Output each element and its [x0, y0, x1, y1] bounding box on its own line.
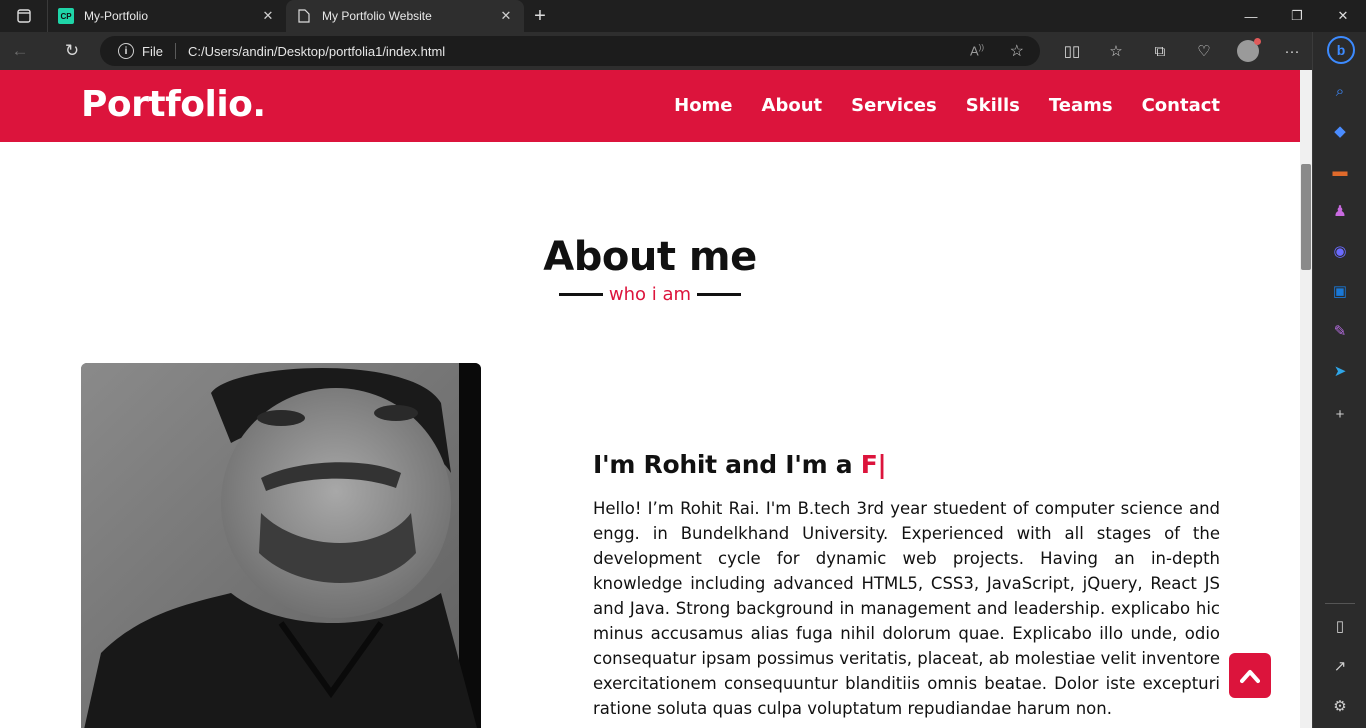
- about-heading: I'm Rohit and I'm a F|: [593, 450, 887, 479]
- restore-icon[interactable]: ❐: [1274, 0, 1320, 32]
- page-favicon-icon: [296, 8, 312, 24]
- edge-sidebar: b ⌕ ◆ ▬ ♟ ◉ ▣ ✎ ➤ + ▯ ↗ ⚙: [1312, 32, 1366, 728]
- section-subtitle: who i am: [608, 284, 692, 305]
- typed-role-text: F|: [860, 450, 887, 479]
- tab-title: My Portfolio Website: [322, 9, 432, 23]
- nav-link-home[interactable]: Home: [674, 95, 732, 116]
- shopping-tag-icon[interactable]: ◆: [1330, 121, 1350, 141]
- tools-icon[interactable]: ▬: [1330, 161, 1350, 181]
- url-scheme: File: [142, 43, 163, 59]
- divider: [558, 293, 603, 296]
- minimize-icon[interactable]: —: [1228, 0, 1274, 32]
- scrollbar-thumb[interactable]: [1301, 164, 1311, 270]
- open-external-icon[interactable]: ↗: [1330, 656, 1350, 676]
- heading-static-text: I'm Rohit and I'm a: [593, 450, 861, 479]
- toolbar-right: ▯▯ ☆ ⧉ ♡ ···: [1050, 32, 1314, 70]
- address-toolbar: ← ↻ i File C:/Users/andin/Desktop/portfo…: [0, 32, 1366, 70]
- microsoft-365-icon[interactable]: ◉: [1330, 241, 1350, 261]
- read-aloud-icon[interactable]: A)): [970, 43, 984, 58]
- bing-copilot-icon[interactable]: b: [1327, 36, 1355, 64]
- search-icon[interactable]: ⌕: [1330, 81, 1350, 101]
- address-bar[interactable]: i File C:/Users/andin/Desktop/portfolia1…: [100, 36, 1040, 66]
- site-info-icon[interactable]: i: [118, 43, 134, 59]
- nav-link-services[interactable]: Services: [851, 95, 937, 116]
- new-tab-icon[interactable]: +: [524, 0, 556, 32]
- designer-icon[interactable]: ✎: [1330, 321, 1350, 341]
- window-controls: — ❐ ✕: [1228, 0, 1366, 32]
- profile-photo: [81, 363, 481, 728]
- refresh-icon[interactable]: ↻: [52, 32, 92, 70]
- drop-icon[interactable]: ➤: [1330, 361, 1350, 381]
- browser-essentials-icon[interactable]: ♡: [1182, 32, 1226, 70]
- sidebar-settings-gear-icon[interactable]: ⚙: [1330, 696, 1350, 716]
- nav-link-contact[interactable]: Contact: [1142, 95, 1220, 116]
- nav-link-about[interactable]: About: [762, 95, 823, 116]
- section-subtitle-row: who i am: [0, 284, 1300, 305]
- divider: [1325, 603, 1355, 604]
- favorite-star-icon[interactable]: ☆: [1010, 41, 1024, 61]
- tab-my-portfolio[interactable]: CP My-Portfolio ✕: [48, 0, 286, 32]
- page-scrollbar[interactable]: [1300, 70, 1312, 728]
- hide-sidebar-icon[interactable]: ▯: [1330, 616, 1350, 636]
- tab-my-portfolio-website[interactable]: My Portfolio Website ✕: [286, 0, 524, 32]
- nav-link-skills[interactable]: Skills: [966, 95, 1020, 116]
- page-viewport: Portfolio. Home About Services Skills Te…: [0, 70, 1300, 728]
- back-icon[interactable]: ←: [0, 32, 40, 70]
- close-tab-icon[interactable]: ✕: [498, 8, 514, 24]
- more-menu-icon[interactable]: ···: [1270, 32, 1314, 70]
- collections-icon[interactable]: ⧉: [1138, 32, 1182, 70]
- section-title: About me: [543, 234, 757, 280]
- about-paragraph: Hello! I’m Rohit Rai. I'm B.tech 3rd yea…: [593, 499, 1220, 718]
- close-window-icon[interactable]: ✕: [1320, 0, 1366, 32]
- profile-avatar-icon[interactable]: [1237, 38, 1261, 62]
- nav-link-teams[interactable]: Teams: [1049, 95, 1113, 116]
- outlook-icon[interactable]: ▣: [1330, 281, 1350, 301]
- divider: [697, 293, 742, 296]
- divider: [174, 43, 176, 59]
- scroll-to-top-button[interactable]: [1229, 653, 1271, 698]
- url-text[interactable]: C:/Users/andin/Desktop/portfolia1/index.…: [188, 44, 445, 59]
- add-sidebar-app-icon[interactable]: +: [1330, 404, 1350, 424]
- chevron-up-icon: [1240, 669, 1260, 683]
- tab-strip: CP My-Portfolio ✕ My Portfolio Website ✕…: [0, 0, 1366, 32]
- site-navbar: Portfolio. Home About Services Skills Te…: [0, 70, 1300, 142]
- tab-actions-icon[interactable]: [0, 0, 48, 32]
- codepen-favicon-icon: CP: [58, 8, 74, 24]
- split-screen-icon[interactable]: ▯▯: [1050, 32, 1094, 70]
- games-icon[interactable]: ♟: [1330, 201, 1350, 221]
- tab-title: My-Portfolio: [84, 9, 149, 23]
- favorites-icon[interactable]: ☆: [1094, 32, 1138, 70]
- site-logo[interactable]: Portfolio.: [81, 84, 266, 125]
- nav-menu: Home About Services Skills Teams Contact: [645, 95, 1220, 116]
- close-tab-icon[interactable]: ✕: [260, 8, 276, 24]
